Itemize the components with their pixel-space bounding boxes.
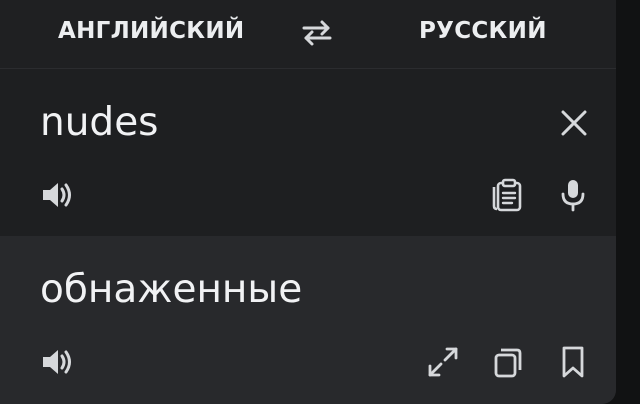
- microphone-icon[interactable]: [555, 177, 591, 213]
- language-bar: АНГЛИЙСКИЙ РУССКИЙ: [0, 0, 616, 69]
- speaker-icon[interactable]: [40, 177, 76, 213]
- translation-text: обнаженные: [40, 267, 303, 312]
- clipboard-icon[interactable]: [490, 177, 526, 213]
- translator-card: АНГЛИЙСКИЙ РУССКИЙ nudes обнаженные: [0, 0, 616, 404]
- close-icon[interactable]: [556, 105, 592, 141]
- output-panel: обнаженные: [0, 236, 616, 404]
- output-speaker-icon[interactable]: [40, 344, 76, 380]
- target-language-button[interactable]: РУССКИЙ: [419, 16, 547, 46]
- bookmark-icon[interactable]: [555, 344, 591, 380]
- input-text[interactable]: nudes: [40, 99, 159, 147]
- input-panel: nudes: [0, 69, 616, 236]
- source-language-button[interactable]: АНГЛИЙСКИЙ: [58, 16, 244, 46]
- swap-languages-icon[interactable]: [298, 16, 336, 50]
- expand-icon[interactable]: [425, 344, 461, 380]
- copy-icon[interactable]: [490, 344, 526, 380]
